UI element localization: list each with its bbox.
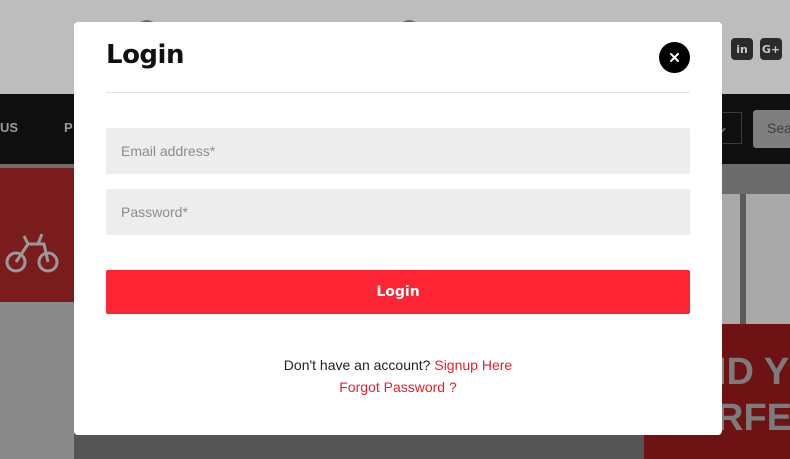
login-button[interactable]: Login	[106, 270, 690, 314]
modal-title: Login	[106, 40, 184, 70]
search-input[interactable]: Sea	[753, 110, 790, 148]
linkedin-icon[interactable]: in	[731, 38, 753, 60]
motorcycle-icon	[5, 233, 59, 273]
title-divider	[106, 92, 690, 93]
signup-link[interactable]: Signup Here	[434, 357, 512, 373]
email-field[interactable]	[106, 128, 690, 174]
social-links: in G+	[731, 38, 782, 62]
close-button[interactable]	[659, 42, 690, 73]
login-modal: Login Login Don't have an account? Signu…	[74, 22, 722, 435]
signup-prompt: Don't have an account?	[283, 357, 435, 373]
password-field[interactable]	[106, 189, 690, 235]
google-plus-icon[interactable]: G+	[760, 38, 782, 60]
nav-item-products[interactable]: P	[64, 120, 73, 135]
forgot-password-line: Forgot Password ?	[74, 379, 722, 395]
close-icon	[670, 53, 679, 62]
nav-item-about[interactable]: US	[0, 120, 18, 135]
signup-prompt-line: Don't have an account? Signup Here	[74, 357, 722, 373]
hero-banner-text: ID Y RFEC	[716, 351, 790, 439]
forgot-password-link[interactable]: Forgot Password ?	[339, 379, 457, 395]
